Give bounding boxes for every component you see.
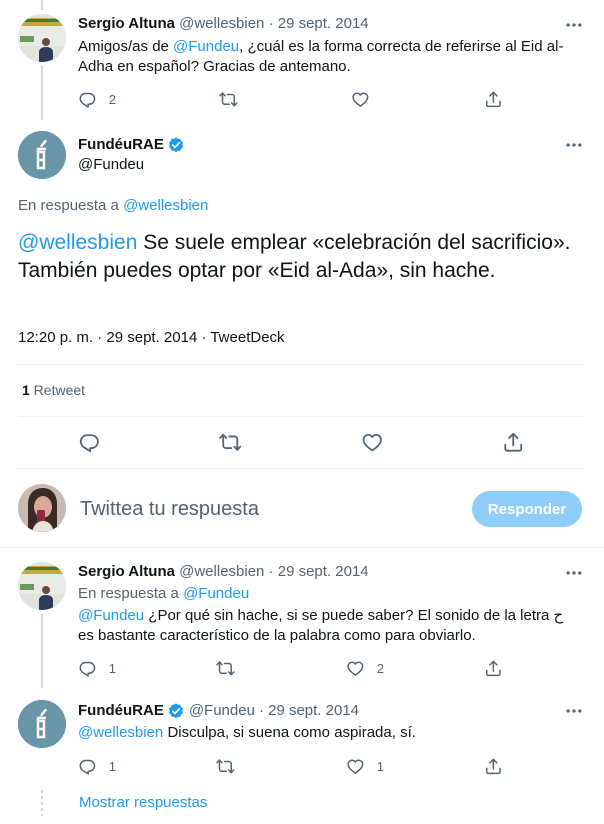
retweet-icon bbox=[216, 659, 235, 678]
reply-icon bbox=[78, 659, 97, 678]
like-icon bbox=[346, 659, 365, 678]
author-name[interactable]: Sergio Altuna bbox=[78, 15, 175, 32]
retweet-icon bbox=[219, 431, 242, 454]
like-button[interactable] bbox=[361, 430, 384, 454]
author-handle[interactable]: @Fundeu bbox=[189, 701, 255, 721]
avatar[interactable] bbox=[18, 14, 66, 62]
tweet-header: Sergio Altuna @wellesbien · 29 sept. 201… bbox=[78, 562, 369, 582]
retweet-stats[interactable]: 1 Retweet bbox=[22, 380, 85, 400]
reply-count: 2 bbox=[108, 91, 116, 107]
more-icon[interactable] bbox=[564, 701, 584, 721]
tweet-text-part: Amigos/as de bbox=[78, 38, 174, 55]
divider bbox=[0, 547, 604, 548]
avatar[interactable] bbox=[18, 131, 66, 179]
share-icon bbox=[484, 757, 503, 776]
reply-button[interactable]: 2 bbox=[78, 89, 116, 109]
divider bbox=[18, 416, 584, 417]
tweet-date[interactable]: · 29 sept. 2014 bbox=[269, 563, 369, 580]
thread-dots bbox=[41, 790, 43, 816]
mention-link[interactable]: @Fundeu bbox=[78, 607, 144, 624]
tweet-date[interactable]: · 29 sept. 2014 bbox=[259, 701, 359, 721]
tweet-header: FundéuRAE @Fundeu · 29 sept. 2014 bbox=[78, 701, 359, 721]
thread-line-1 bbox=[41, 66, 43, 120]
reply-input[interactable]: Twittea tu respuesta bbox=[80, 497, 259, 521]
avatar[interactable] bbox=[18, 700, 66, 748]
reply-button[interactable]: 1 bbox=[78, 658, 116, 678]
retweet-icon bbox=[219, 90, 238, 109]
avatar[interactable] bbox=[18, 562, 66, 610]
like-count: 2 bbox=[376, 660, 384, 676]
avatar[interactable] bbox=[18, 484, 66, 532]
more-icon[interactable] bbox=[564, 563, 584, 583]
verified-icon bbox=[167, 702, 185, 720]
reply-icon bbox=[78, 431, 101, 454]
tweet-header: Sergio Altuna @wellesbien · 29 sept. 201… bbox=[78, 14, 369, 34]
author-name[interactable]: Sergio Altuna bbox=[78, 563, 175, 580]
share-button[interactable] bbox=[484, 658, 503, 678]
share-icon bbox=[502, 431, 525, 454]
tweet-text: Amigos/as de @Fundeu, ¿cuál es la forma … bbox=[78, 37, 578, 77]
reply-context-handle[interactable]: @Fundeu bbox=[183, 585, 249, 602]
reply-context: En respuesta a @Fundeu bbox=[78, 584, 249, 604]
reply-button[interactable]: 1 bbox=[78, 756, 116, 776]
retweet-button[interactable] bbox=[216, 756, 235, 776]
retweet-count: 1 bbox=[22, 382, 30, 398]
share-button[interactable] bbox=[502, 430, 525, 454]
mention-link[interactable]: @Fundeu bbox=[173, 38, 239, 55]
retweet-button[interactable] bbox=[219, 430, 242, 454]
show-replies-link[interactable]: Mostrar respuestas bbox=[79, 794, 207, 811]
retweet-button[interactable] bbox=[216, 658, 235, 678]
tweet-date[interactable]: · 29 sept. 2014 bbox=[269, 15, 369, 32]
reply-count: 1 bbox=[108, 660, 116, 676]
reply-context-label: En respuesta a bbox=[18, 197, 124, 214]
author-name[interactable]: FundéuRAE bbox=[78, 135, 164, 155]
retweet-icon bbox=[216, 757, 235, 776]
tweet-text-part: ¿Por qué sin hache, si se puede saber? E… bbox=[78, 607, 564, 644]
like-icon bbox=[346, 757, 365, 776]
author-handle[interactable]: @wellesbien bbox=[179, 563, 264, 580]
like-count: 1 bbox=[376, 758, 384, 774]
author-handle[interactable]: @Fundeu bbox=[78, 155, 144, 175]
reply-context-label: En respuesta a bbox=[78, 585, 184, 602]
thread-line-top bbox=[41, 0, 43, 10]
verified-icon bbox=[167, 136, 185, 154]
tweet-text: @wellesbien Se suele emplear «celebració… bbox=[18, 229, 588, 285]
reply-context: En respuesta a @wellesbien bbox=[18, 196, 208, 216]
share-button[interactable] bbox=[484, 756, 503, 776]
author-block: FundéuRAE bbox=[78, 135, 185, 155]
reply-count: 1 bbox=[108, 758, 116, 774]
more-icon[interactable] bbox=[564, 135, 584, 155]
divider bbox=[18, 468, 584, 469]
reply-context-handle[interactable]: @wellesbien bbox=[123, 197, 208, 214]
mention-link[interactable]: @wellesbien bbox=[18, 231, 137, 254]
retweet-label: Retweet bbox=[29, 382, 86, 398]
retweet-button[interactable] bbox=[219, 89, 238, 109]
like-button[interactable]: 2 bbox=[346, 658, 384, 678]
tweet-text: @Fundeu ¿Por qué sin hache, si se puede … bbox=[78, 606, 578, 646]
reply-icon bbox=[78, 90, 97, 109]
author-name[interactable]: FundéuRAE bbox=[78, 701, 164, 721]
reply-submit-button[interactable]: Responder bbox=[472, 491, 582, 527]
like-button[interactable]: 1 bbox=[346, 756, 384, 776]
like-icon bbox=[361, 431, 384, 454]
mention-link[interactable]: @wellesbien bbox=[78, 724, 163, 741]
like-button[interactable] bbox=[351, 89, 370, 109]
tweet-text: @wellesbien Disculpa, si suena como aspi… bbox=[78, 723, 578, 743]
tweet-timestamp[interactable]: 12:20 p. m. · 29 sept. 2014 · TweetDeck bbox=[18, 328, 285, 348]
like-icon bbox=[351, 90, 370, 109]
tweet-text-part: Disculpa, si suena como aspirada, sí. bbox=[163, 724, 416, 741]
more-icon[interactable] bbox=[564, 15, 584, 35]
reply-button[interactable] bbox=[78, 430, 101, 454]
author-handle[interactable]: @wellesbien bbox=[179, 15, 264, 32]
divider bbox=[18, 364, 584, 365]
thread-line-2 bbox=[41, 614, 43, 688]
share-button[interactable] bbox=[484, 89, 503, 109]
share-icon bbox=[484, 90, 503, 109]
share-icon bbox=[484, 659, 503, 678]
reply-icon bbox=[78, 757, 97, 776]
